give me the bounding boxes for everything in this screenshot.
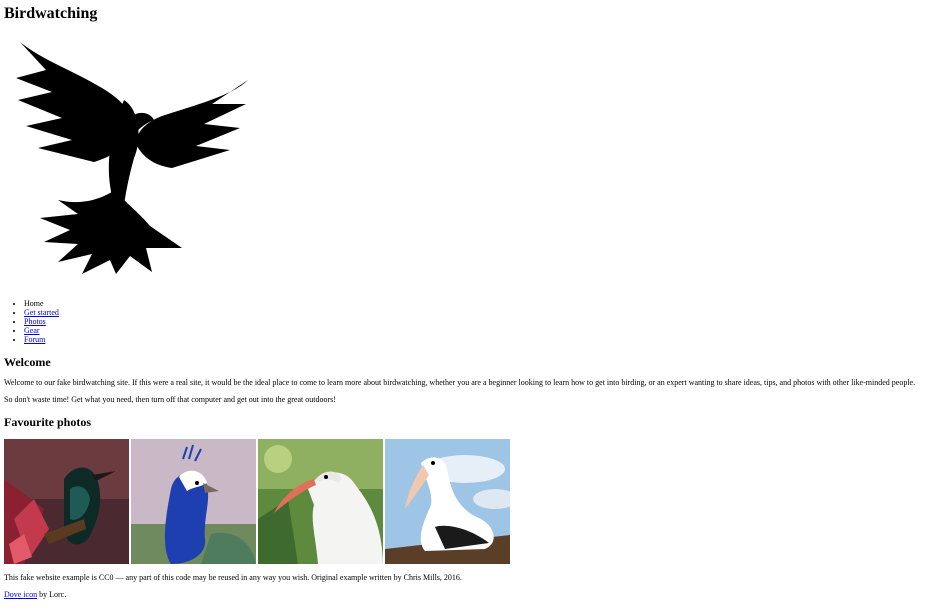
nav-item-forum[interactable]: Forum — [24, 335, 59, 344]
welcome-heading: Welcome — [4, 355, 51, 369]
tui-photo[interactable] — [4, 439, 129, 564]
main-nav: Home Get started Photos Gear Forum — [24, 299, 59, 344]
peacock-photo[interactable] — [131, 439, 256, 564]
icon-author: by Lorc. — [37, 590, 67, 599]
ibis-photo[interactable] — [258, 439, 383, 564]
nav-item-home: Home — [24, 299, 59, 308]
photos-heading: Favourite photos — [4, 415, 91, 429]
nav-item-gear[interactable]: Gear — [24, 326, 59, 335]
call-to-action-paragraph: So don't waste time! Get what you need, … — [4, 395, 336, 404]
nav-link-get-started[interactable]: Get started — [24, 308, 59, 317]
site-title: Birdwatching — [4, 5, 98, 22]
nav-link-gear[interactable]: Gear — [24, 326, 40, 335]
nav-home-label: Home — [24, 299, 44, 308]
pelican-photo[interactable] — [385, 439, 510, 564]
dove-icon-link[interactable]: Dove icon — [4, 590, 37, 599]
nav-link-forum[interactable]: Forum — [24, 335, 45, 344]
nav-item-photos[interactable]: Photos — [24, 317, 59, 326]
footer-credit: This fake website example is CC0 — any p… — [4, 573, 462, 582]
footer-icon-credit: Dove icon by Lorc. — [4, 590, 66, 600]
nav-link-photos[interactable]: Photos — [24, 317, 46, 326]
nav-item-get-started[interactable]: Get started — [24, 308, 59, 317]
welcome-paragraph: Welcome to our fake birdwatching site. I… — [4, 378, 916, 387]
dove-icon — [16, 42, 248, 274]
